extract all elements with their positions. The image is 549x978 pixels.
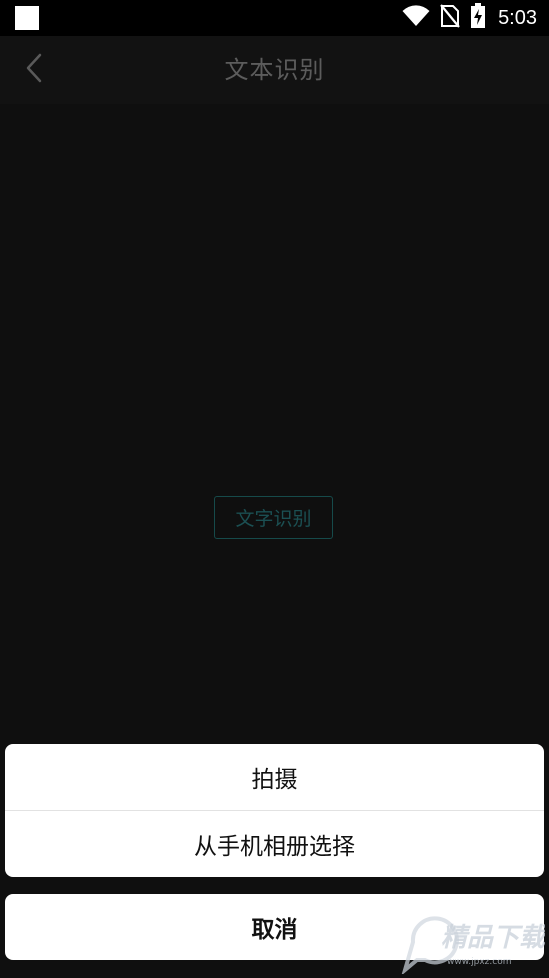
back-button[interactable]: [14, 50, 54, 90]
action-take-photo[interactable]: 拍摄: [5, 744, 544, 810]
cancel-button[interactable]: 取消: [5, 894, 544, 960]
wifi-icon: [402, 5, 430, 31]
status-icons: 5:03: [402, 3, 537, 33]
app-screen: 5:03 文本识别 文字识别 拍摄 从手机相册选择 取消 精品下载 www.jp…: [0, 0, 549, 976]
status-time: 5:03: [498, 6, 537, 29]
action-sheet: 拍摄 从手机相册选择: [5, 744, 544, 877]
chevron-left-icon: [24, 53, 44, 87]
app-header: 文本识别: [0, 36, 549, 104]
action-choose-from-album[interactable]: 从手机相册选择: [5, 811, 544, 877]
status-bar: 5:03: [0, 0, 549, 36]
page-title: 文本识别: [224, 56, 325, 84]
battery-charging-icon: [470, 3, 486, 33]
no-sim-icon: [440, 4, 460, 32]
notification-square-icon: [15, 6, 39, 30]
text-recognition-button[interactable]: 文字识别: [214, 496, 333, 539]
